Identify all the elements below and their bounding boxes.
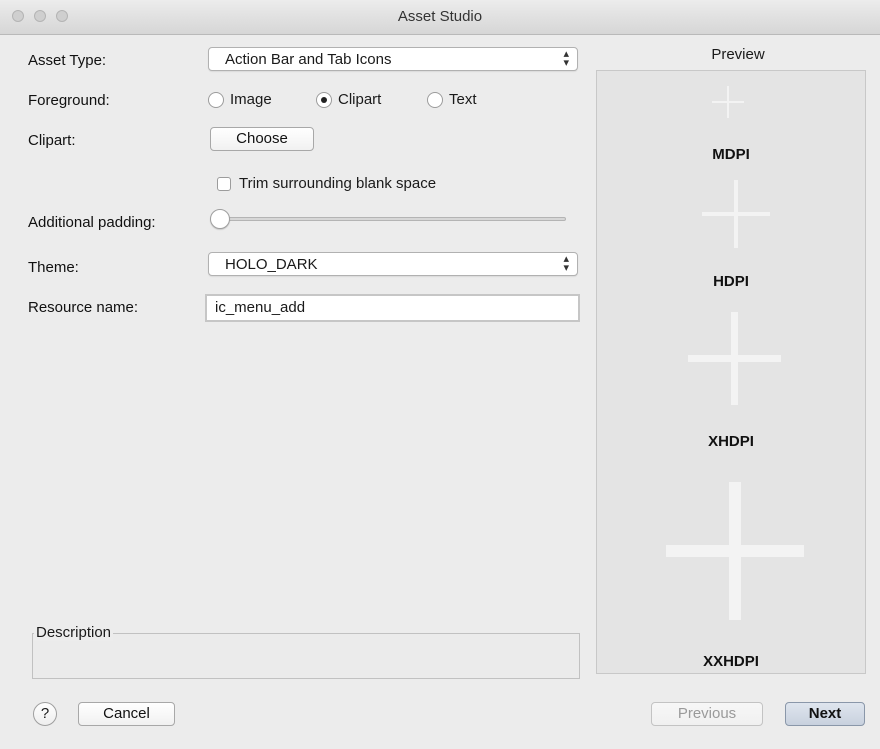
density-label-xxhdpi: XXHDPI (703, 653, 759, 670)
resource-name-input[interactable]: ic_menu_add (205, 294, 580, 322)
description-box (32, 633, 580, 679)
additional-padding-label: Additional padding: (28, 214, 156, 231)
theme-label: Theme: (28, 259, 79, 276)
density-label-hdpi: HDPI (713, 273, 749, 290)
plus-icon (702, 180, 770, 248)
title-bar: Asset Studio (0, 0, 880, 35)
radio-label: Text (449, 91, 477, 108)
asset-type-label: Asset Type: (28, 52, 107, 69)
padding-slider-track[interactable] (214, 217, 566, 221)
radio-button[interactable] (427, 92, 443, 108)
padding-slider-thumb[interactable] (210, 209, 230, 229)
asset-studio-window: Asset Studio Asset Type: Action Bar and … (0, 0, 880, 749)
density-label-xhdpi: XHDPI (708, 433, 754, 450)
description-legend: Description (34, 624, 114, 641)
select-arrows-icon: ▴ ▾ (563, 48, 569, 69)
radio-label: Clipart (338, 91, 382, 108)
resource-name-value: ic_menu_add (215, 299, 306, 316)
window-title: Asset Studio (397, 8, 483, 25)
theme-select[interactable]: HOLO_DARK ▴ ▾ (208, 252, 578, 276)
radio-button[interactable] (208, 92, 224, 108)
theme-value: HOLO_DARK (225, 256, 318, 273)
foreground-label: Foreground: (28, 92, 110, 109)
checkbox-box[interactable] (217, 177, 231, 191)
radio-button-selected[interactable] (316, 92, 332, 108)
plus-icon (666, 482, 804, 620)
next-button[interactable]: Next (785, 702, 865, 726)
plus-icon (688, 312, 781, 405)
clipart-label: Clipart: (28, 132, 76, 149)
resource-name-label: Resource name: (28, 299, 139, 316)
preview-title: Preview (711, 46, 765, 63)
cancel-button[interactable]: Cancel (78, 702, 175, 726)
previous-button[interactable]: Previous (651, 702, 763, 726)
plus-icon (712, 86, 744, 118)
choose-clipart-button[interactable]: Choose (210, 127, 314, 151)
radio-label: Image (230, 91, 272, 108)
help-button[interactable]: ? (33, 702, 57, 726)
asset-type-select[interactable]: Action Bar and Tab Icons ▴ ▾ (208, 47, 578, 71)
asset-type-value: Action Bar and Tab Icons (225, 51, 392, 68)
select-arrows-icon: ▴ ▾ (563, 253, 569, 274)
trim-label: Trim surrounding blank space (239, 175, 437, 192)
density-label-mdpi: MDPI (712, 146, 750, 163)
